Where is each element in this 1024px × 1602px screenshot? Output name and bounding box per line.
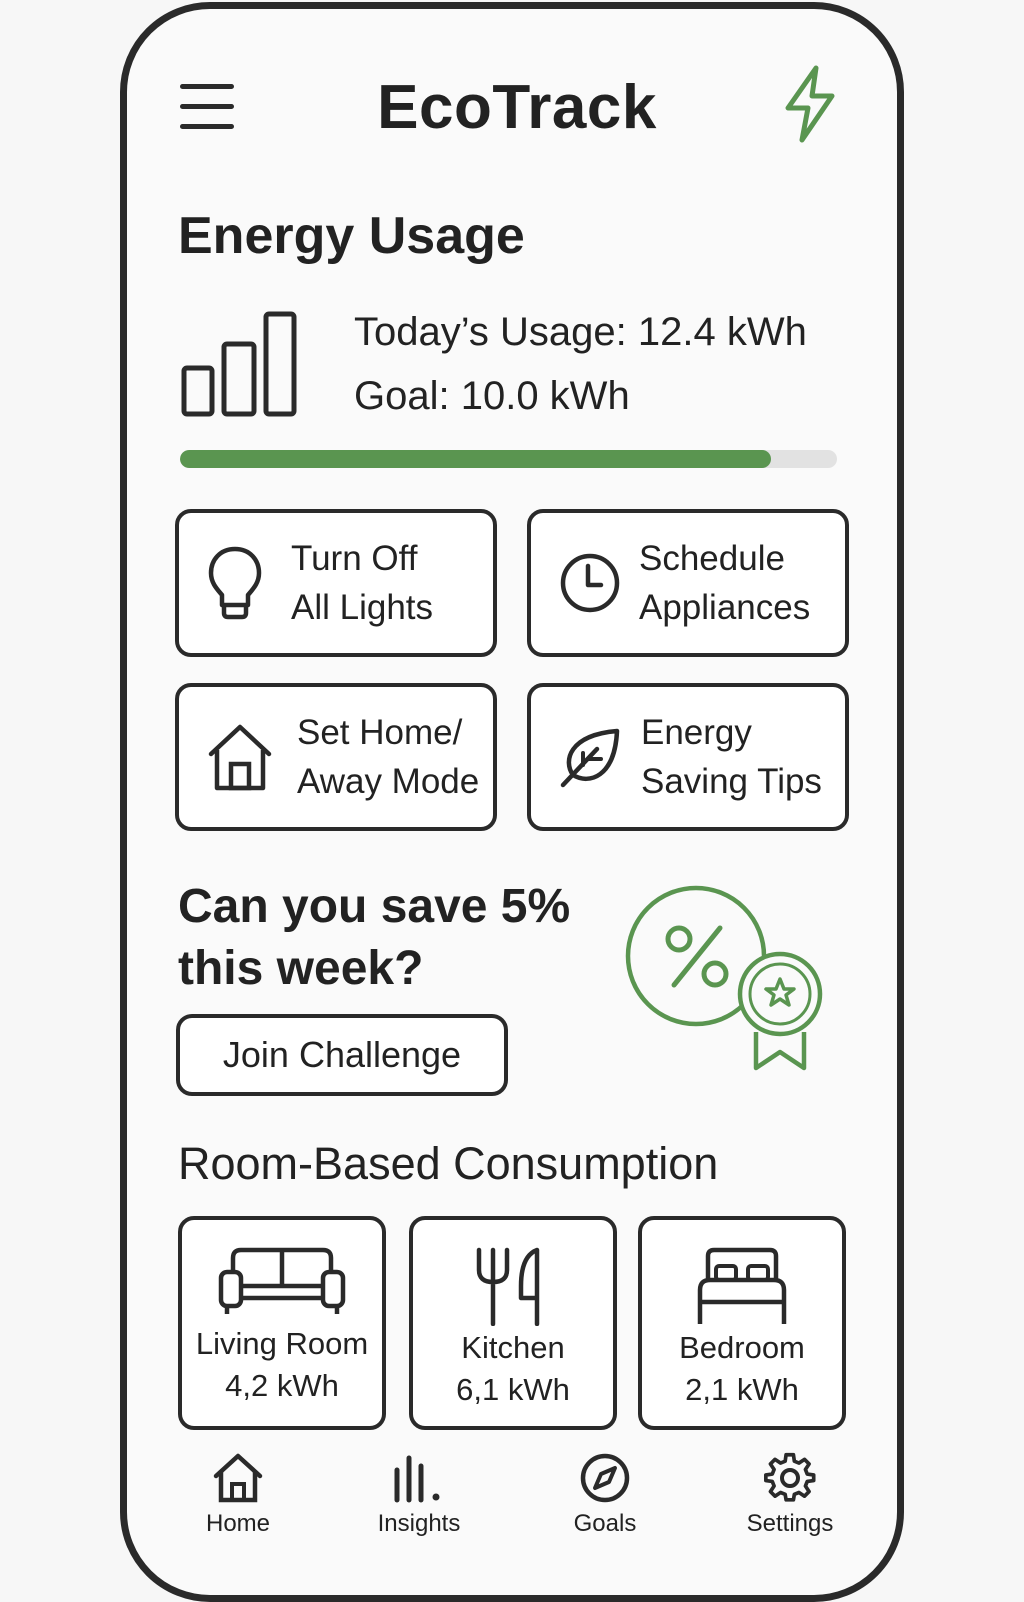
schedule-appliances-button[interactable]: Schedule Appliances: [527, 509, 849, 657]
percent-badge-icon: [622, 882, 828, 1078]
nav-label: Insights: [377, 1510, 461, 1537]
clock-icon: [560, 553, 620, 613]
room-card-kitchen[interactable]: Kitchen 6,1 kWh: [409, 1216, 617, 1430]
leaf-icon: [560, 728, 620, 788]
room-name: Living Room: [195, 1326, 369, 1361]
home-away-mode-button[interactable]: Set Home/Away Mode: [175, 683, 497, 831]
energy-usage-title: Energy Usage: [178, 207, 525, 265]
lightning-bolt-icon[interactable]: [782, 64, 838, 144]
home-icon: [213, 1453, 263, 1503]
room-value: 4,2 kWh: [225, 1368, 339, 1403]
room-card-living-room[interactable]: Living Room 4,2 kWh: [178, 1216, 386, 1430]
room-name: Kitchen: [461, 1330, 565, 1365]
nav-goals[interactable]: Goals: [535, 1452, 675, 1538]
room-value: 6,1 kWh: [456, 1372, 570, 1407]
todays-usage: Today’s Usage: 12.4 kWh: [354, 310, 807, 354]
compass-icon: [580, 1453, 630, 1503]
nav-label: Settings: [746, 1510, 834, 1537]
join-challenge-button[interactable]: Join Challenge: [176, 1014, 508, 1096]
gear-icon: [764, 1452, 816, 1502]
nav-insights[interactable]: Insights: [349, 1452, 489, 1538]
usage-progress-fill: [180, 450, 772, 468]
room-name: Bedroom: [679, 1330, 805, 1365]
lightbulb-icon: [208, 546, 262, 620]
house-icon: [208, 724, 272, 791]
room-consumption-title: Room-Based Consumption: [178, 1138, 719, 1189]
room-value: 2,1 kWh: [685, 1372, 799, 1407]
action-label: Schedule Appliances: [639, 539, 811, 627]
room-card-bedroom[interactable]: Bedroom 2,1 kWh: [638, 1216, 846, 1430]
turn-off-lights-button[interactable]: Turn Off All Lights: [175, 509, 497, 657]
fork-knife-icon: [476, 1247, 540, 1326]
action-label: Set Home/Away Mode: [297, 713, 480, 801]
bed-icon: [697, 1247, 787, 1324]
insights-icon: [394, 1455, 440, 1503]
nav-label: Home: [205, 1510, 271, 1537]
challenge-title: Can you save 5% this week?: [178, 880, 571, 995]
usage-progress-bar: [180, 450, 837, 468]
nav-home[interactable]: Home: [168, 1452, 308, 1538]
app-title: EcoTrack: [377, 73, 657, 142]
energy-saving-tips-button[interactable]: Energy Saving Tips: [527, 683, 849, 831]
usage-goal: Goal: 10.0 kWh: [354, 374, 630, 418]
bar-chart-icon: [180, 310, 300, 420]
sofa-icon: [218, 1247, 346, 1314]
action-label: Energy Saving Tips: [641, 713, 822, 801]
nav-settings[interactable]: Settings: [720, 1452, 860, 1538]
action-label: Turn Off All Lights: [291, 539, 434, 627]
nav-label: Goals: [573, 1510, 637, 1537]
